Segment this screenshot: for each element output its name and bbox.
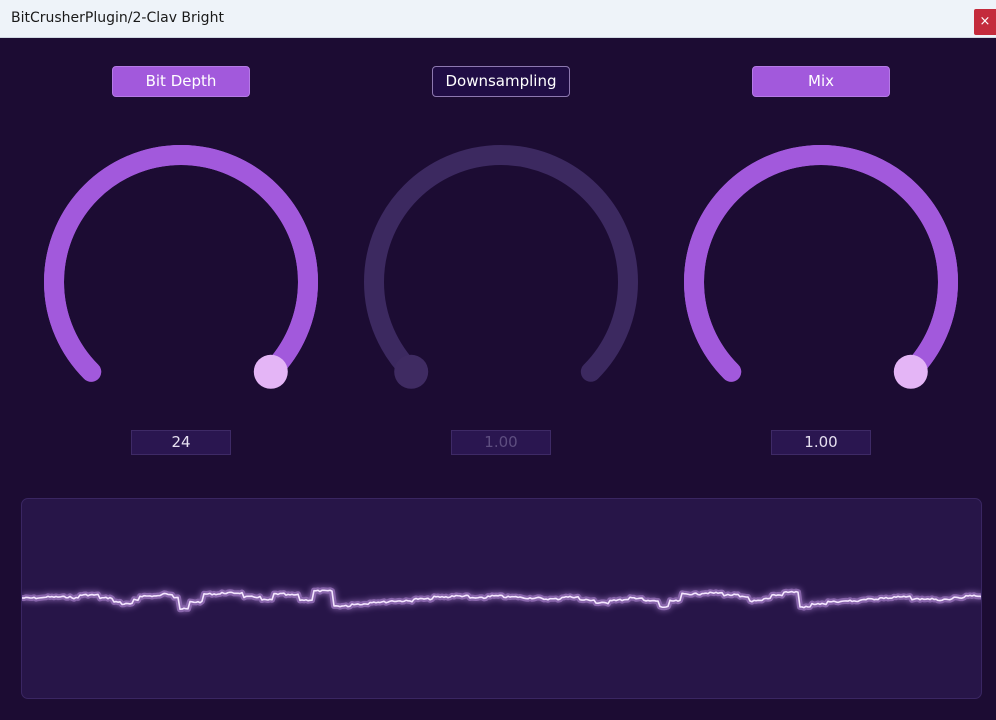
downsampling-knob-thumb[interactable] bbox=[394, 354, 429, 389]
bit-depth-knob-fill bbox=[44, 145, 318, 382]
close-icon: × bbox=[979, 14, 991, 29]
downsampling-knob-track bbox=[364, 145, 638, 382]
bit-depth-knob[interactable] bbox=[31, 132, 331, 432]
downsampling-button[interactable]: Downsampling bbox=[432, 66, 570, 97]
mix-knob-thumb[interactable] bbox=[893, 354, 928, 389]
bit-depth-knob-thumb[interactable] bbox=[253, 354, 288, 389]
close-button[interactable]: × bbox=[974, 9, 996, 35]
plugin-window: BitCrusherPlugin/2-Clav Bright × Bit Dep… bbox=[0, 0, 996, 720]
bit-depth-button[interactable]: Bit Depth bbox=[112, 66, 250, 97]
downsampling-knob[interactable] bbox=[351, 132, 651, 432]
mix-value[interactable]: 1.00 bbox=[771, 430, 871, 455]
downsampling-value[interactable]: 1.00 bbox=[451, 430, 551, 455]
waveform-display bbox=[21, 498, 982, 699]
mix-knob[interactable] bbox=[671, 132, 971, 432]
window-title: BitCrusherPlugin/2-Clav Bright bbox=[11, 10, 224, 26]
mix-button[interactable]: Mix bbox=[752, 66, 890, 97]
bit-depth-value[interactable]: 24 bbox=[131, 430, 231, 455]
mix-knob-fill bbox=[684, 145, 958, 382]
waveform-svg bbox=[22, 587, 981, 613]
title-bar: BitCrusherPlugin/2-Clav Bright × bbox=[0, 0, 996, 38]
